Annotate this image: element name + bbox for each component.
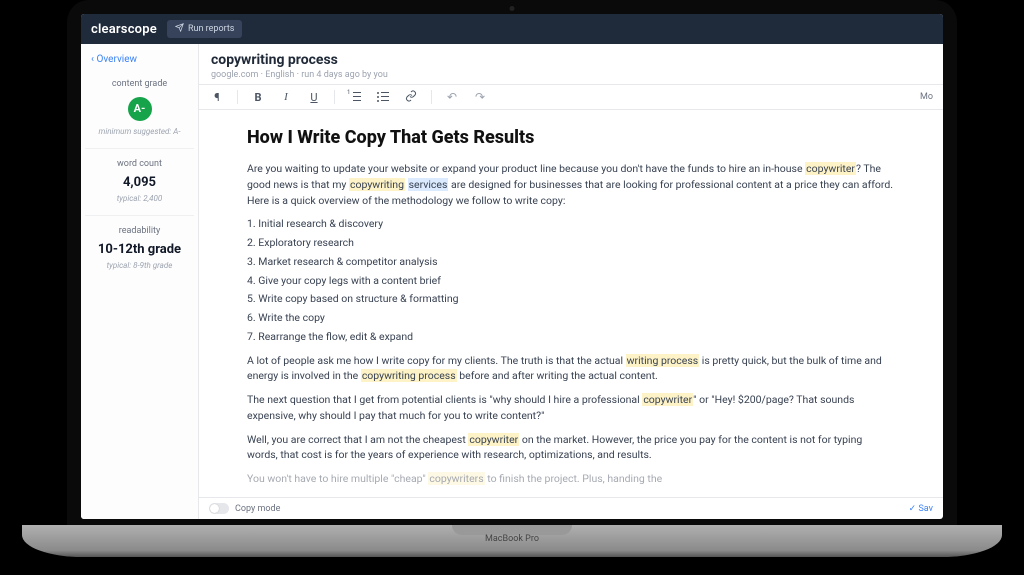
- readability-label: readability: [87, 226, 192, 236]
- overview-label: Overview: [97, 54, 138, 65]
- article-heading: How I Write Copy That Gets Results: [247, 124, 895, 151]
- app-header: clearscope Run reports: [81, 14, 943, 44]
- readability-block: readability 10-12th grade typical: 8-9th…: [85, 216, 194, 282]
- laptop-frame: clearscope Run reports ‹ Overview: [67, 0, 957, 557]
- brand-logo: clearscope: [91, 22, 157, 37]
- app-window: clearscope Run reports ‹ Overview: [81, 14, 943, 519]
- camera-dot: [510, 6, 515, 11]
- word-count-label: word count: [87, 159, 192, 169]
- unordered-list-icon: [377, 91, 389, 101]
- list-item: 3. Market research & competitor analysis: [247, 254, 895, 270]
- highlight-term: copywriter: [805, 162, 856, 175]
- copy-mode-label: Copy mode: [235, 504, 280, 514]
- list-item: 4. Give your copy legs with a content br…: [247, 273, 895, 289]
- list-item: 1. Initial research & discovery: [247, 216, 895, 232]
- italic-button[interactable]: I: [278, 91, 294, 103]
- ordered-list-icon: [349, 91, 361, 101]
- app-body: ‹ Overview content grade A- minimum sugg…: [81, 44, 943, 519]
- paper-plane-icon: [175, 23, 184, 35]
- list-item: 7. Rearrange the flow, edit & expand: [247, 329, 895, 345]
- link-icon: [405, 90, 417, 102]
- doc-meta: google.com · English · run 4 days ago by…: [211, 70, 931, 80]
- main-panel: copywriting process google.com · English…: [199, 44, 943, 519]
- content-grade-sub: minimum suggested: A-: [87, 127, 192, 136]
- more-button[interactable]: Mo: [920, 92, 933, 102]
- redo-button[interactable]: ↷: [472, 90, 488, 104]
- article-paragraph: You won't have to hire multiple "cheap" …: [247, 471, 895, 487]
- laptop-base: MacBook Pro: [22, 525, 1002, 557]
- overview-link[interactable]: ‹ Overview: [85, 50, 194, 69]
- undo-button[interactable]: ↶: [444, 90, 460, 104]
- run-reports-label: Run reports: [188, 24, 235, 34]
- run-reports-button[interactable]: Run reports: [167, 20, 243, 38]
- highlight-term: copywriting process: [361, 369, 457, 382]
- word-count-value: 4,095: [87, 175, 192, 190]
- word-count-block: word count 4,095 typical: 2,400: [85, 149, 194, 216]
- doc-title: copywriting process: [211, 52, 931, 68]
- content-grade-label: content grade: [87, 79, 192, 89]
- toolbar-separator: [431, 90, 432, 104]
- ordered-list-button[interactable]: [347, 91, 363, 104]
- doc-header: copywriting process google.com · English…: [199, 44, 943, 84]
- save-indicator[interactable]: ✓ Sav: [909, 504, 933, 514]
- sidebar: ‹ Overview content grade A- minimum sugg…: [81, 44, 199, 519]
- article-paragraph: Well, you are correct that I am not the …: [247, 432, 895, 464]
- paragraph-style-button[interactable]: ¶: [209, 91, 225, 104]
- underline-button[interactable]: U: [306, 91, 322, 104]
- content-grade-badge: A-: [128, 97, 152, 121]
- editor-footer: Copy mode ✓ Sav: [199, 497, 943, 519]
- unordered-list-button[interactable]: [375, 91, 391, 104]
- list-item: 2. Exploratory research: [247, 235, 895, 251]
- toolbar-separator: [237, 90, 238, 104]
- article-paragraph: A lot of people ask me how I write copy …: [247, 353, 895, 385]
- highlight-term: writing process: [626, 354, 700, 367]
- highlight-term: services: [408, 178, 449, 191]
- article-ordered-list: 1. Initial research & discovery 2. Explo…: [247, 216, 895, 344]
- word-count-sub: typical: 2,400: [87, 194, 192, 203]
- highlight-term: copywriter: [468, 433, 519, 446]
- highlight-term: copywriters: [428, 472, 484, 485]
- article-paragraph: The next question that I get from potent…: [247, 392, 895, 424]
- highlight-term: copywriter: [642, 393, 693, 406]
- toolbar-separator: [334, 90, 335, 104]
- editor-content[interactable]: How I Write Copy That Gets Results Are y…: [199, 110, 943, 497]
- device-label: MacBook Pro: [485, 534, 539, 544]
- readability-sub: typical: 8-9th grade: [87, 261, 192, 270]
- list-item: 6. Write the copy: [247, 310, 895, 326]
- readability-value: 10-12th grade: [87, 242, 192, 257]
- copy-mode-toggle[interactable]: [209, 503, 229, 514]
- chevron-left-icon: ‹: [91, 54, 94, 65]
- list-item: 5. Write copy based on structure & forma…: [247, 291, 895, 307]
- screen-bezel: clearscope Run reports ‹ Overview: [67, 0, 957, 525]
- bold-button[interactable]: B: [250, 91, 266, 104]
- link-button[interactable]: [403, 90, 419, 105]
- check-icon: ✓: [909, 504, 919, 514]
- editor-toolbar: ¶ B I U ↶ ↷: [199, 84, 943, 110]
- content-grade-block: content grade A- minimum suggested: A-: [85, 69, 194, 149]
- highlight-term: copywriting: [349, 178, 405, 191]
- article-paragraph: Are you waiting to update your website o…: [247, 161, 895, 208]
